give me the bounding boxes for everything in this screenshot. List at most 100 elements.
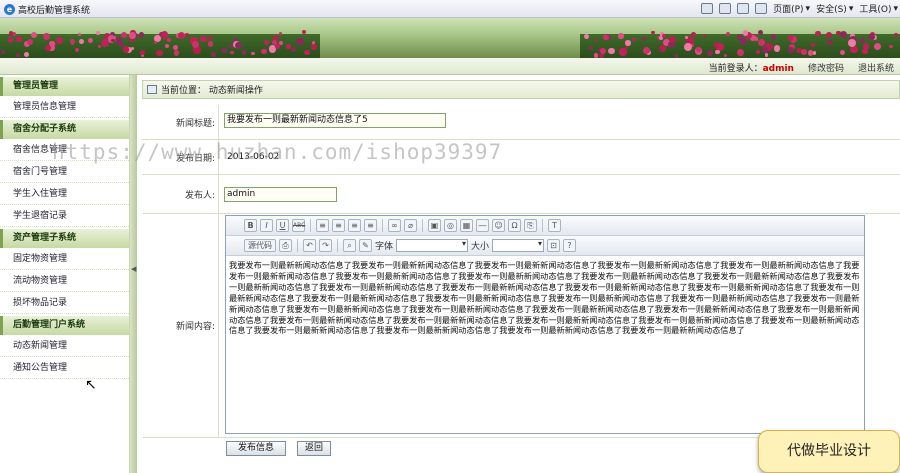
- tools-menu[interactable]: 工具(O) ▾: [859, 2, 898, 16]
- banner-flower: [230, 50, 235, 55]
- banner-flower: [301, 30, 307, 35]
- toolbar-separator: [382, 219, 383, 232]
- text-color-icon[interactable]: T: [548, 219, 561, 232]
- sidebar: 管理员管理 管理员信息管理 宿舍分配子系统 宿舍信息管理 宿舍门号管理 学生入住…: [0, 75, 130, 473]
- align-justify-icon[interactable]: ≡: [364, 219, 377, 232]
- page-break-icon[interactable]: ⎘: [524, 219, 537, 232]
- logout-link[interactable]: 退出系统: [858, 61, 894, 74]
- redo-icon[interactable]: ↷: [319, 239, 332, 252]
- link-icon[interactable]: ∞: [388, 219, 401, 232]
- banner-flower: [773, 45, 781, 52]
- home-icon[interactable]: [701, 3, 714, 14]
- fullscreen-icon[interactable]: ⊡: [547, 239, 561, 252]
- special-char-icon[interactable]: Ω: [508, 219, 521, 232]
- strikethrough-button[interactable]: ABC: [292, 219, 305, 232]
- form-row-publisher: 发布人: admin: [142, 175, 900, 214]
- banner-flower: [16, 36, 22, 42]
- browser-tab[interactable]: e 高校后勤管理系统: [4, 3, 90, 16]
- title-label: 新闻标题:: [142, 105, 219, 139]
- banner-flower: [757, 39, 765, 47]
- sidebar-item-student-checkin[interactable]: 学生入住管理: [0, 183, 129, 205]
- table-icon[interactable]: ▦: [460, 219, 473, 232]
- undo-icon[interactable]: ↶: [303, 239, 316, 252]
- banner-flower: [154, 41, 158, 45]
- size-label: 大小: [471, 242, 490, 252]
- browser-titlebar: e 高校后勤管理系统 页面(P) ▾ 安全(S) ▾ 工具(O) ▾: [0, 0, 900, 18]
- find-icon[interactable]: ⌕: [343, 239, 356, 252]
- publisher-input[interactable]: admin: [224, 187, 337, 202]
- sidebar-item-news[interactable]: 动态新闻管理: [0, 335, 129, 357]
- banner-flower: [641, 36, 646, 41]
- banner-flower: [690, 32, 696, 38]
- editor-content-area[interactable]: 我要发布一则最新新闻动态信息了我要发布一则最新新闻动态信息了我要发布一则最新新闻…: [229, 260, 861, 430]
- banner-flower: [683, 43, 692, 52]
- rich-text-editor[interactable]: B I U ABC ≡ ≡ ≡ ≡ ∞ ⌀ ▣ ◎ ▦ ― ☺ Ω ⎘ T 源代…: [225, 215, 865, 434]
- banner-flower: [619, 48, 627, 56]
- toolbar-separator: [542, 219, 543, 232]
- current-user: 当前登录人：admin: [709, 61, 794, 74]
- sidebar-item-mobile-assets[interactable]: 流动物资管理: [0, 270, 129, 292]
- current-user-name: admin: [762, 64, 794, 74]
- publisher-label: 发布人:: [142, 175, 219, 213]
- underline-button[interactable]: U: [276, 219, 289, 232]
- banner-flower: [278, 32, 283, 36]
- smiley-icon[interactable]: ☺: [492, 219, 505, 232]
- source-code-button[interactable]: 源代码: [244, 239, 276, 252]
- sidebar-splitter[interactable]: ◀: [130, 75, 137, 473]
- sidebar-group-assets[interactable]: 资产管理子系统: [0, 229, 129, 248]
- title-input[interactable]: 我要发布一则最新新闻动态信息了5: [224, 113, 446, 128]
- sidebar-item-student-checkout[interactable]: 学生退宿记录: [0, 205, 129, 227]
- banner-flower: [174, 50, 180, 56]
- banner-flower: [740, 38, 747, 45]
- align-center-icon[interactable]: ≡: [332, 219, 345, 232]
- banner-flower: [45, 45, 51, 51]
- paste-icon[interactable]: ⎙: [279, 239, 292, 252]
- sidebar-group-admin[interactable]: 管理员管理: [0, 77, 129, 96]
- unlink-icon[interactable]: ⌀: [404, 219, 417, 232]
- submit-button[interactable]: 发布信息: [226, 441, 286, 456]
- horizontal-rule-icon[interactable]: ―: [476, 219, 489, 232]
- banner-flower: [77, 33, 81, 37]
- banner-flower: [74, 47, 80, 52]
- print-icon[interactable]: [755, 3, 768, 14]
- bold-button[interactable]: B: [244, 219, 257, 232]
- sidebar-group-dorm[interactable]: 宿舍分配子系统: [0, 120, 129, 139]
- back-button[interactable]: 返回: [297, 441, 331, 456]
- feed-icon[interactable]: [719, 3, 732, 14]
- location-icon: [147, 85, 157, 94]
- banner-flower: [893, 33, 899, 38]
- banner-flower: [211, 51, 217, 58]
- collapse-arrow-icon[interactable]: ◀: [131, 265, 136, 273]
- banner-flower: [603, 34, 609, 41]
- sidebar-item-fixed-assets[interactable]: 固定物资管理: [0, 248, 129, 270]
- italic-button[interactable]: I: [260, 219, 273, 232]
- sidebar-item-dorm-door[interactable]: 宿舍门号管理: [0, 161, 129, 183]
- safety-menu-label: 安全(S): [816, 5, 847, 15]
- toolbar-separator: [337, 239, 338, 252]
- sidebar-item-damage-records[interactable]: 损坏物品记录: [0, 292, 129, 314]
- change-password-link[interactable]: 修改密码: [808, 61, 844, 74]
- banner-flower: [589, 45, 593, 50]
- banner-flower: [811, 43, 815, 47]
- align-right-icon[interactable]: ≡: [348, 219, 361, 232]
- align-left-icon[interactable]: ≡: [316, 219, 329, 232]
- size-select[interactable]: [492, 239, 545, 252]
- flash-icon[interactable]: ◎: [444, 219, 457, 232]
- banner-flower: [807, 50, 814, 56]
- banner-flower: [723, 53, 728, 58]
- clear-format-icon[interactable]: ✎: [359, 239, 372, 252]
- safety-menu[interactable]: 安全(S) ▾: [816, 2, 853, 16]
- page-menu[interactable]: 页面(P) ▾: [773, 2, 810, 16]
- banner-flower: [78, 39, 85, 45]
- header-banner: [0, 18, 900, 58]
- banner-flower: [87, 37, 94, 44]
- sidebar-item-admin-info[interactable]: 管理员信息管理: [0, 96, 129, 118]
- banner-flower: [848, 38, 856, 47]
- sidebar-group-portal[interactable]: 后勤管理门户系统: [0, 316, 129, 335]
- mail-icon[interactable]: [737, 3, 750, 14]
- sidebar-item-notices[interactable]: 通知公告管理: [0, 357, 129, 379]
- banner-flower: [867, 33, 875, 41]
- image-icon[interactable]: ▣: [428, 219, 441, 232]
- font-select[interactable]: [396, 239, 469, 252]
- help-icon[interactable]: ?: [563, 239, 577, 252]
